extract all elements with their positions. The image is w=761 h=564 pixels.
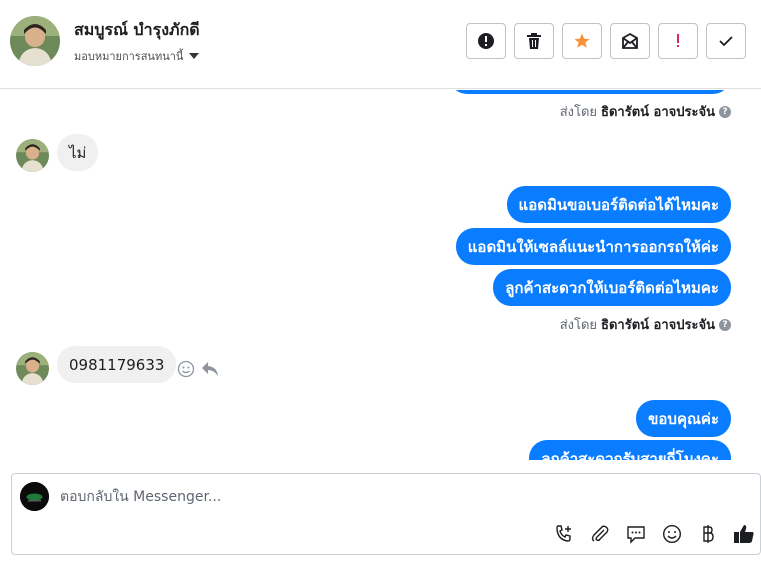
assign-conversation-dropdown[interactable]: มอบหมายการสนทนานี้: [74, 47, 200, 65]
conversation-header: สมบูรณ์ บำรุงภักดี มอบหมายการสนทนานี้: [0, 0, 761, 89]
react-emoji-icon[interactable]: [177, 360, 195, 378]
message-outgoing[interactable]: ลูกค้าสะดวกให้เบอร์ติดต่อไหมคะ: [493, 269, 731, 306]
message-incoming[interactable]: 0981179633: [57, 346, 177, 383]
reply-input[interactable]: [60, 487, 660, 507]
done-button[interactable]: [706, 23, 746, 59]
contact-avatar[interactable]: [16, 352, 49, 385]
baht-icon[interactable]: [697, 523, 719, 545]
reply-composer: [11, 473, 761, 555]
saved-replies-icon[interactable]: [625, 523, 647, 545]
message-outgoing[interactable]: แอดมินให้เซลล์แนะนำการออกรถให้ค่ะ: [455, 228, 731, 265]
star-button[interactable]: [562, 23, 602, 59]
mark-unread-button[interactable]: [610, 23, 650, 59]
attachment-icon[interactable]: [589, 523, 611, 545]
conversation-actions: [466, 23, 746, 59]
message-incoming[interactable]: ไม่: [57, 134, 99, 171]
message-outgoing[interactable]: แอดมินขอเบอร์ติดต่อได้ไหมคะ: [506, 186, 731, 223]
message-thread[interactable]: ส่งโดย ธิดารัตน์ อาจประจัน ? ไม่ แอดมินข…: [0, 90, 761, 460]
call-add-icon[interactable]: [553, 523, 575, 545]
caret-down-icon: [189, 53, 200, 59]
trash-icon: [527, 33, 541, 49]
message-outgoing[interactable]: ขอบคุณค่ะ: [636, 400, 731, 437]
sender-name: ธิดารัตน์ อาจประจัน: [601, 105, 715, 120]
sent-by-line: ส่งโดย ธิดารัตน์ อาจประจัน ?: [560, 314, 731, 335]
message-outgoing-partial[interactable]: [449, 90, 731, 94]
like-icon[interactable]: [733, 523, 755, 545]
envelope-icon: [622, 32, 638, 49]
contact-name: สมบูรณ์ บำรุงภักดี: [74, 20, 200, 39]
sent-by-line: ส่งโดย ธิดารัตน์ อาจประจัน ?: [560, 101, 731, 122]
message-tools: [177, 360, 219, 378]
emoji-icon[interactable]: [661, 523, 683, 545]
sent-by-prefix: ส่งโดย: [559, 105, 598, 120]
page-avatar: [20, 482, 49, 511]
message-outgoing[interactable]: ลูกค้าสะดวกรับสายกี่โมงคะ: [529, 440, 731, 460]
spam-button[interactable]: [466, 23, 506, 59]
check-icon: [719, 36, 733, 47]
star-icon: [574, 33, 590, 48]
alert-circle-icon: [478, 33, 494, 49]
exclamation-icon: [677, 34, 679, 47]
contact-avatar[interactable]: [10, 16, 60, 66]
assign-conversation-label: มอบหมายการสนทนานี้: [74, 50, 184, 63]
important-button[interactable]: [658, 23, 698, 59]
contact-avatar[interactable]: [16, 139, 49, 172]
sent-by-prefix: ส่งโดย: [559, 318, 598, 333]
delete-button[interactable]: [514, 23, 554, 59]
composer-toolbar: [553, 523, 755, 545]
help-icon[interactable]: ?: [719, 105, 731, 118]
reply-icon[interactable]: [201, 361, 219, 377]
sender-name: ธิดารัตน์ อาจประจัน: [601, 318, 715, 333]
help-icon[interactable]: ?: [719, 318, 731, 331]
